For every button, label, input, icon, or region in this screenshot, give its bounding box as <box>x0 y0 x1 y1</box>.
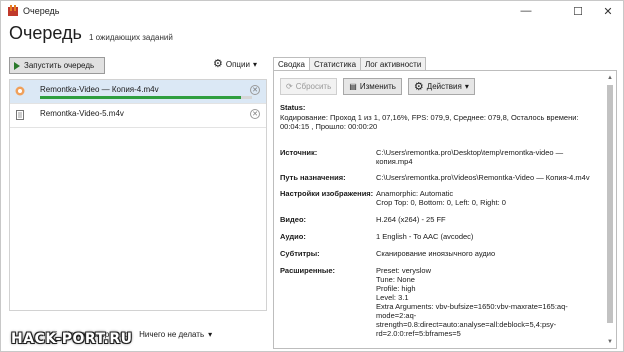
when-done-select[interactable]: Ничего не делать ▾ <box>139 330 212 339</box>
summary-panel: ⟳ Сбросить ▤ Изменить ⚙ Действия ▾ Statu… <box>273 70 617 349</box>
waiting-count: 1 ожидающих заданий <box>89 33 173 42</box>
page-title: Очередь <box>9 23 82 43</box>
tab-summary[interactable]: Сводка <box>273 57 311 70</box>
start-queue-label: Запустить очередь <box>24 61 95 70</box>
refresh-icon: ⟳ <box>286 82 293 91</box>
reset-label: Сбросить <box>295 82 332 91</box>
tab-activity-log[interactable]: Лог активности <box>360 57 427 70</box>
detail-value: H.264 (x264) - 25 FF <box>376 215 446 224</box>
gear-icon: ⚙ <box>213 58 223 70</box>
edit-icon: ▤ <box>349 82 357 91</box>
detail-label: Аудио: <box>280 232 306 241</box>
remove-item-icon[interactable]: ✕ <box>250 85 260 95</box>
caret-down-icon: ▾ <box>252 59 257 69</box>
actions-button[interactable]: ⚙ Действия ▾ <box>407 78 475 95</box>
status-label: Status: <box>280 103 306 112</box>
encoding-icon <box>15 86 25 96</box>
detail-value: 1 English - To AAC (avcodec) <box>376 232 474 241</box>
scroll-down-icon[interactable]: ▼ <box>606 339 614 345</box>
caret-down-icon: ▾ <box>208 330 213 339</box>
detail-label: Расширенные: <box>280 266 335 275</box>
gear-icon: ⚙ <box>413 80 424 93</box>
options-label: Опции <box>225 59 250 69</box>
handbrake-app-icon <box>8 5 18 16</box>
details-toolbar: ⟳ Сбросить ▤ Изменить ⚙ Действия ▾ <box>280 78 475 95</box>
detail-value: Сканирование иноязычного аудио <box>376 249 496 258</box>
vertical-scrollbar[interactable]: ▲ ▼ <box>606 75 614 345</box>
close-button[interactable]: ✕ <box>595 3 621 19</box>
queue-pane: Запустить очередь ⚙ Опции ▾ Remontka-Vid… <box>5 53 269 349</box>
detail-label: Субтитры: <box>280 249 320 258</box>
detail-value: C:\Users\remontka.pro\Desktop\temp\remon… <box>376 148 564 166</box>
document-icon <box>16 110 24 120</box>
edit-button[interactable]: ▤ Изменить <box>343 78 402 95</box>
queue-list[interactable]: Remontka-Video — Копия-4.m4v ✕ Remontka-… <box>9 79 267 311</box>
queue-item[interactable]: Remontka-Video-5.m4v ✕ <box>10 104 266 128</box>
detail-value: C:\Users\remontka.pro\Videos\Remontka-Vi… <box>376 173 590 182</box>
progress-fill <box>40 96 242 99</box>
progress-bar <box>40 96 252 99</box>
window-title: Очередь <box>23 6 60 16</box>
detail-label: Путь назначения: <box>280 173 346 182</box>
scroll-thumb[interactable] <box>607 85 613 323</box>
details-pane: Сводка Статистика Лог активности ⟳ Сброс… <box>273 53 619 349</box>
queue-item-name: Remontka-Video-5.m4v <box>40 109 124 118</box>
options-dropdown[interactable]: ⚙ Опции ▾ <box>213 58 257 70</box>
minimize-button[interactable]: — <box>513 3 539 19</box>
detail-value: Preset: veryslow Tune: None Profile: hig… <box>376 266 568 338</box>
maximize-button[interactable]: ☐ <box>565 3 591 19</box>
queue-item-name: Remontka-Video — Копия-4.m4v <box>40 85 159 94</box>
detail-label: Видео: <box>280 215 307 224</box>
status-text: Кодирование: Проход 1 из 1, 07,16%, FPS:… <box>280 113 579 131</box>
tab-statistics[interactable]: Статистика <box>309 57 362 70</box>
title-bar: Очередь — ☐ ✕ <box>1 1 623 21</box>
scroll-up-icon[interactable]: ▲ <box>606 75 614 81</box>
caret-down-icon: ▾ <box>464 82 469 91</box>
app-window: Очередь — ☐ ✕ Очередь 1 ожидающих задани… <box>0 0 624 352</box>
detail-label: Настройки изображения: <box>280 189 374 198</box>
tab-strip: Сводка Статистика Лог активности <box>273 57 427 70</box>
detail-label: Источник: <box>280 148 318 157</box>
start-queue-button[interactable]: Запустить очередь <box>9 57 105 74</box>
play-icon <box>14 61 20 70</box>
queue-item[interactable]: Remontka-Video — Копия-4.m4v ✕ <box>10 80 266 104</box>
remove-item-icon[interactable]: ✕ <box>250 109 260 119</box>
actions-label: Действия <box>426 82 462 91</box>
reset-button[interactable]: ⟳ Сбросить <box>280 78 338 95</box>
detail-value: Anamorphic: Automatic Crop Top: 0, Botto… <box>376 189 506 207</box>
when-done-value: Ничего не делать <box>139 330 205 339</box>
edit-label: Изменить <box>359 82 396 91</box>
watermark: HACK-PORT.RU <box>11 331 133 347</box>
